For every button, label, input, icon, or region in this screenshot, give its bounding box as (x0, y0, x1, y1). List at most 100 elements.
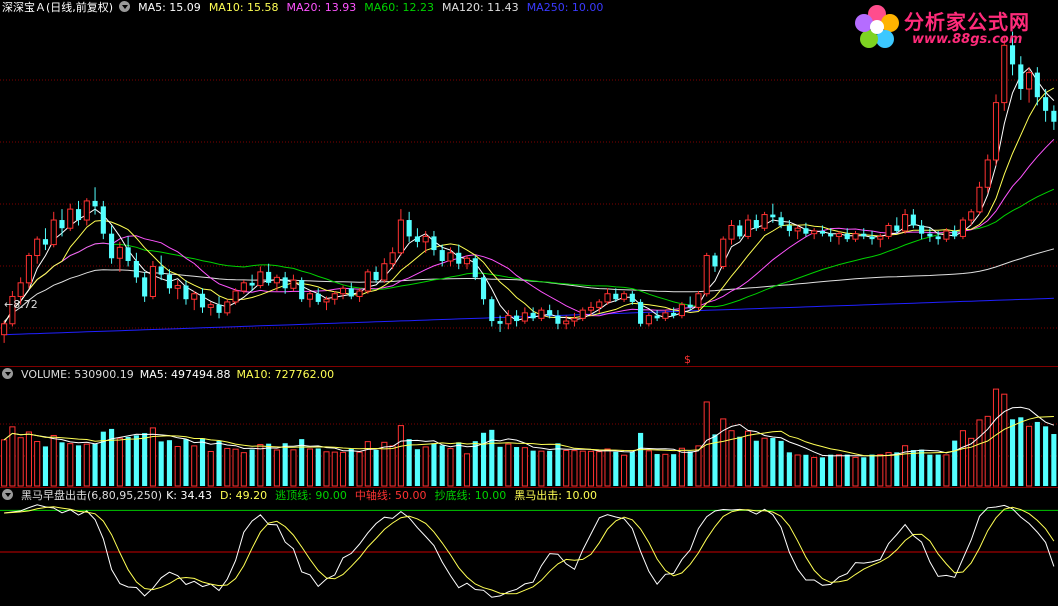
candle-body (770, 214, 776, 218)
candle-body (323, 298, 330, 303)
volume-bar (257, 444, 264, 487)
candle-body (778, 217, 784, 226)
stock-chart[interactable]: ←8.72 $ (0, 0, 1058, 606)
candle-body (935, 236, 941, 240)
candle-body (348, 288, 354, 297)
volume-bar (1018, 417, 1024, 486)
candle-body (530, 312, 536, 319)
candle-body (662, 312, 669, 319)
candle-body (695, 293, 702, 308)
candle-body (142, 277, 148, 297)
ma250-value: MA250: 10.00 (526, 1, 604, 14)
candle-body (1001, 44, 1008, 104)
volume-bar (844, 454, 850, 486)
candle-body (645, 315, 652, 325)
volume-bar (794, 454, 801, 487)
candle-body (596, 301, 603, 308)
candle-body (431, 236, 437, 251)
candle-body (604, 293, 611, 303)
candle-body (224, 301, 231, 314)
volume-bar (158, 441, 164, 486)
volume-bar (654, 454, 660, 486)
volume-bar (339, 451, 347, 487)
ma60-value: MA60: 12.23 (364, 1, 434, 14)
volume-bar (952, 440, 958, 486)
ma250-line (4, 297, 1054, 336)
ma10-value: MA10: 15.58 (208, 1, 279, 14)
volume-bar (17, 437, 24, 487)
volume-bar (183, 439, 189, 486)
candle-body (240, 282, 247, 292)
candle-body (100, 206, 106, 234)
volume-bar (786, 452, 792, 486)
candle-body (521, 312, 528, 322)
candle-body (381, 263, 388, 281)
volume-bar (273, 449, 280, 487)
volume-bar (92, 443, 98, 486)
volume-bar (927, 454, 933, 486)
candle-body (456, 252, 462, 264)
candle-body (620, 293, 628, 300)
volume-bar (877, 454, 884, 487)
volume-bar (431, 443, 437, 486)
volume-bar (463, 453, 471, 487)
volume-bar (943, 454, 950, 487)
volume-bar (803, 454, 809, 486)
chevron-down-icon[interactable] (2, 368, 13, 379)
volume-bar (538, 450, 545, 487)
candle-body (587, 306, 595, 311)
candle-body (1043, 97, 1049, 111)
candle-body (34, 238, 41, 257)
indicator-lines (0, 504, 1058, 598)
volume-bar (116, 437, 123, 487)
candle-body (67, 208, 74, 229)
volume-bar (671, 454, 677, 486)
volume-bar (397, 425, 404, 487)
volume-bar (645, 450, 652, 487)
candle-body (852, 233, 859, 240)
candle-body (943, 230, 950, 240)
candle-body (199, 293, 206, 308)
volume-bar (142, 433, 148, 486)
top-line-value: 逃顶线: 90.00 (275, 489, 347, 502)
candle-body (844, 233, 850, 240)
volume-bar (299, 439, 305, 486)
chevron-down-icon[interactable] (119, 1, 131, 12)
candle-body (579, 309, 586, 319)
bottom-line-value: 抄底线: 10.00 (434, 489, 507, 502)
candle-body (976, 186, 983, 213)
volume-bar (662, 453, 669, 487)
candle-body (952, 230, 958, 237)
volume-bar (547, 450, 553, 486)
candle-body (207, 304, 214, 308)
volume-bar (373, 449, 379, 486)
volume-bar (571, 450, 578, 487)
volume-bar (232, 448, 239, 487)
volume-bar (9, 426, 16, 487)
candle-body (877, 235, 884, 240)
candle-body (406, 220, 412, 237)
ma120-value: MA120: 11.43 (441, 1, 519, 14)
candle-body (133, 260, 139, 278)
candle-body (266, 271, 272, 283)
candle-body (1051, 110, 1057, 122)
candle-body (869, 236, 875, 240)
volume-bar (604, 448, 611, 487)
volume-bar (770, 438, 776, 486)
candle-body (257, 271, 264, 287)
volume-bar (125, 436, 131, 486)
candle-body (306, 293, 314, 300)
candle-body (654, 315, 660, 319)
candle-body (59, 220, 65, 229)
volume-bar (819, 457, 825, 486)
candle-body (563, 320, 570, 325)
candle-body (555, 315, 561, 324)
candle-body (613, 293, 619, 300)
price-low-label: ←8.72 (4, 298, 38, 311)
volume-bar (133, 435, 139, 486)
candle-body (835, 233, 843, 237)
volume-bar (861, 457, 867, 486)
candle-body (678, 304, 685, 317)
chevron-down-icon[interactable] (2, 489, 13, 500)
volume-bar (480, 432, 487, 486)
